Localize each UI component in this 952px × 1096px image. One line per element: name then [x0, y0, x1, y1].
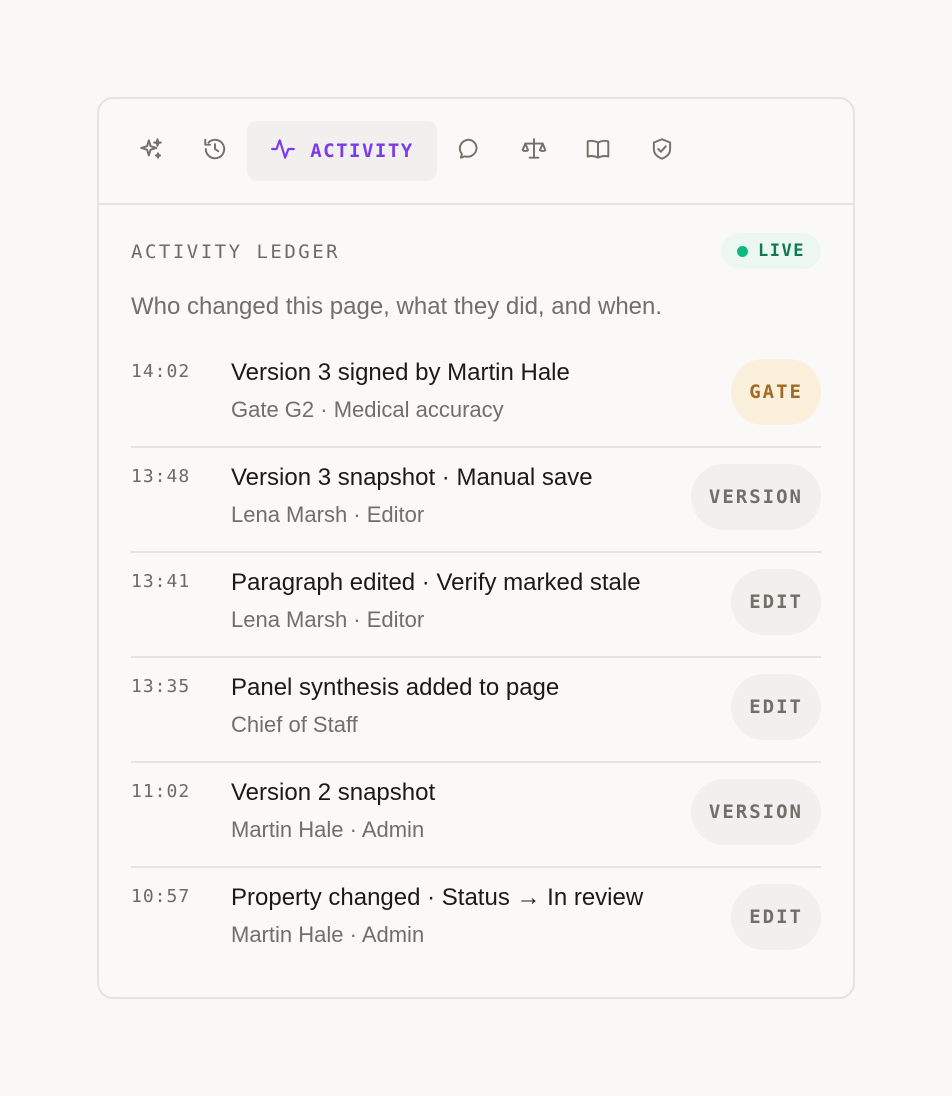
activity-time: 13:35	[131, 676, 191, 697]
book-icon	[585, 136, 611, 167]
activity-tag-gate: GATE	[731, 359, 821, 425]
tab-ai-assist[interactable]	[129, 121, 173, 181]
activity-title: Version 3 snapshot · Manual save	[231, 464, 593, 491]
tab-activity[interactable]: ACTIVITY	[247, 121, 437, 181]
activity-title: Version 3 signed by Martin Hale	[231, 359, 570, 386]
tab-security[interactable]	[640, 121, 684, 181]
sparkles-icon	[138, 136, 164, 167]
tab-comments[interactable]	[448, 121, 492, 181]
activity-time: 11:02	[131, 781, 191, 802]
tab-activity-label: ACTIVITY	[310, 140, 414, 162]
activity-row[interactable]: 14:02 Version 3 signed by Martin Hale Ga…	[131, 343, 821, 448]
activity-time: 10:57	[131, 886, 191, 907]
activity-meta: Chief of Staff	[231, 712, 358, 737]
activity-row[interactable]: 13:35 Panel synthesis added to page Chie…	[131, 658, 821, 763]
shield-check-icon	[649, 136, 675, 167]
activity-row[interactable]: 13:41 Paragraph edited · Verify marked s…	[131, 553, 821, 658]
scale-icon	[521, 136, 547, 167]
activity-meta: Martin Hale · Admin	[231, 922, 425, 947]
activity-time: 14:02	[131, 361, 191, 382]
activity-time: 13:48	[131, 466, 191, 487]
activity-tag-version: VERSION	[690, 464, 821, 530]
live-dot-icon	[737, 245, 749, 257]
comment-icon	[457, 136, 483, 167]
activity-meta: Lena Marsh · Editor	[231, 502, 425, 527]
activity-title: Property changed · Status → In review	[231, 884, 644, 911]
live-badge: LIVE	[721, 233, 821, 269]
activity-tag-edit: EDIT	[731, 674, 821, 740]
activity-row[interactable]: 13:48 Version 3 snapshot · Manual save L…	[131, 448, 821, 553]
activity-list: 14:02 Version 3 signed by Martin Hale Ga…	[131, 343, 821, 973]
activity-title: Version 2 snapshot	[231, 779, 436, 806]
ledger-title: ACTIVITY LEDGER	[131, 241, 341, 263]
activity-time: 13:41	[131, 571, 191, 592]
activity-icon	[270, 136, 296, 167]
ledger-subtitle: Who changed this page, what they did, an…	[131, 293, 663, 320]
tab-docs[interactable]	[576, 121, 620, 181]
activity-title: Paragraph edited · Verify marked stale	[231, 569, 641, 596]
activity-meta: Martin Hale · Admin	[231, 817, 425, 842]
tab-governance[interactable]	[512, 121, 556, 181]
activity-tag-edit: EDIT	[731, 884, 821, 950]
activity-title: Panel synthesis added to page	[231, 674, 560, 701]
tab-history[interactable]	[193, 121, 237, 181]
live-label: LIVE	[758, 241, 805, 261]
activity-tag-edit: EDIT	[731, 569, 821, 635]
activity-row[interactable]: 10:57 Property changed · Status → In rev…	[131, 868, 821, 973]
activity-meta: Lena Marsh · Editor	[231, 607, 425, 632]
panel-toolbar: ACTIVITY	[99, 99, 853, 205]
activity-tag-version: VERSION	[690, 779, 821, 845]
history-icon	[202, 136, 228, 167]
activity-meta: Gate G2 · Medical accuracy	[231, 397, 504, 422]
activity-panel: ACTIVITY ACTIVITY LEDGER LIVE Who change…	[97, 97, 855, 999]
activity-row[interactable]: 11:02 Version 2 snapshot Martin Hale · A…	[131, 763, 821, 868]
